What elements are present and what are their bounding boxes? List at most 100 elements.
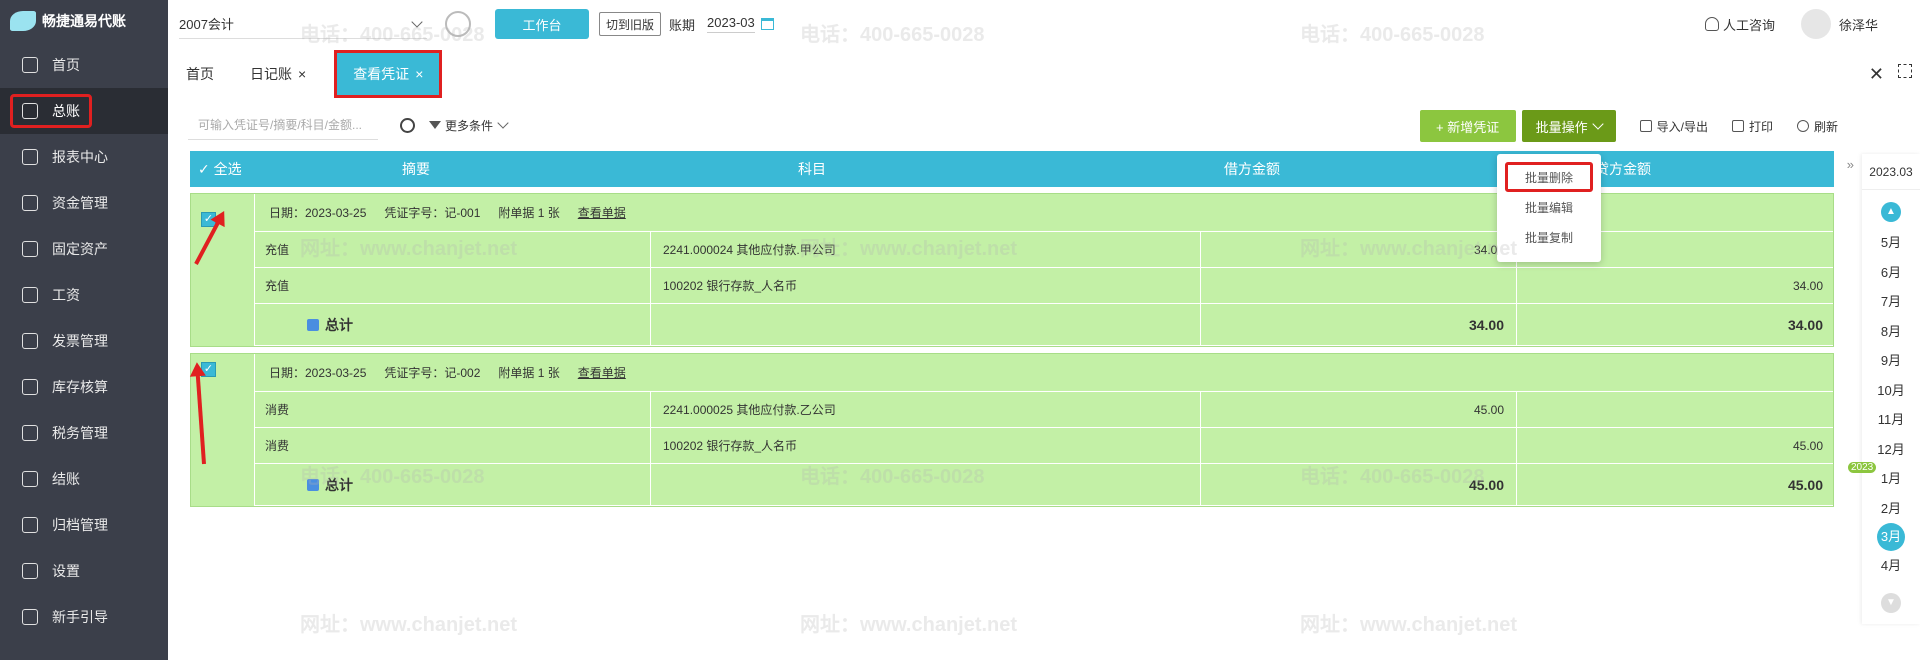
consult-link[interactable]: 人工咨询 [1723, 15, 1775, 34]
topbar-right: 人工咨询 徐泽华 [1704, 0, 1878, 48]
batch-edit-item[interactable]: 批量编辑 [1497, 192, 1601, 222]
close-all-tabs-icon[interactable]: ✕ [1869, 64, 1884, 85]
salary-icon [22, 287, 38, 303]
highlight-box [10, 94, 92, 128]
sidebar-item-label: 新手引导 [52, 609, 108, 625]
entry-summary: 消费 [255, 428, 651, 463]
batch-label: 批量操作 [1535, 119, 1588, 135]
new-voucher-button[interactable]: + 新增凭证 [1419, 110, 1516, 142]
month-item[interactable]: 2月 [1862, 494, 1920, 524]
print-button[interactable]: 打印 [1731, 118, 1773, 135]
select-all-label: 全选 [213, 161, 242, 177]
voucher-card: ✓ 日期：2023-03-25 凭证字号：记-002 附单据 1 张 查看单据 … [190, 353, 1834, 507]
year-badge: 2023 [1848, 462, 1877, 473]
sidebar-item-label: 固定资产 [52, 241, 108, 257]
sidebar-item-inventory[interactable]: 库存核算 [0, 364, 168, 410]
voucher-entry-row[interactable]: 充值 100202 银行存款_人名币 34.00 [255, 268, 1833, 304]
sidebar-item-assets[interactable]: 固定资产 [0, 226, 168, 272]
entry-summary: 消费 [255, 392, 651, 427]
sidebar-item-label: 结账 [52, 471, 80, 487]
tab-home[interactable]: 首页 [168, 48, 232, 100]
close-icon[interactable]: × [298, 66, 306, 82]
chevron-down-icon [1591, 118, 1604, 130]
tab-bar: 首页 日记账 × 查看凭证 × [168, 48, 1920, 100]
chevron-down-icon[interactable]: ▼ [1881, 592, 1901, 613]
voucher-entry-row[interactable]: 消费 2241.000025 其他应付款.乙公司 45.00 [255, 392, 1833, 428]
more-filters-button[interactable]: 更多条件 [429, 117, 509, 134]
calculator-icon [307, 318, 319, 331]
sidebar-item-closing[interactable]: 结账 [0, 456, 168, 502]
refresh-button[interactable]: 刷新 [1796, 118, 1838, 135]
voucher-total-row: 总计 34.00 34.00 [255, 304, 1833, 346]
avatar[interactable] [1800, 9, 1831, 39]
month-item[interactable]: 10月 [1862, 376, 1920, 406]
search-input[interactable]: 可输入凭证号/摘要/科目/金额... [188, 110, 378, 140]
month-item[interactable]: 5月 [1862, 228, 1920, 258]
user-name[interactable]: 徐泽华 [1839, 15, 1878, 34]
month-item[interactable]: 12月 [1862, 435, 1920, 465]
sidebar-item-invoice[interactable]: 发票管理 [0, 318, 168, 364]
batch-operation-button[interactable]: 批量操作 [1521, 110, 1616, 142]
import-export-button[interactable]: 导入/导出 [1639, 118, 1708, 135]
total-label-cell: 总计 [255, 464, 651, 505]
month-item[interactable]: 11月 [1862, 405, 1920, 435]
sidebar-item-settings[interactable]: 设置 [0, 548, 168, 594]
batch-delete-item[interactable]: 批量删除 [1505, 162, 1593, 192]
month-item[interactable]: 8月 [1862, 317, 1920, 347]
more-filters-label: 更多条件 [445, 118, 494, 133]
logo-icon [10, 11, 36, 31]
workbench-button[interactable]: 工作台 [495, 9, 589, 39]
sidebar-item-funds[interactable]: 资金管理 [0, 180, 168, 226]
tab-label: 首页 [186, 66, 214, 82]
total-credit: 34.00 [1787, 316, 1823, 333]
voucher-number: 凭证字号：记-001 [384, 206, 481, 220]
month-item[interactable]: 7月 [1862, 287, 1920, 317]
sidebar-item-label: 设置 [52, 563, 80, 579]
watermark-site: 网址：www.chanjet.net [1300, 614, 1518, 636]
print-label: 打印 [1748, 119, 1773, 134]
batch-copy-item[interactable]: 批量复制 [1497, 222, 1601, 252]
close-icon[interactable]: × [415, 66, 423, 82]
period-value[interactable]: 2023-03 [707, 15, 755, 33]
month-item[interactable]: 9月 [1862, 346, 1920, 376]
account-switch-icon[interactable] [445, 11, 471, 37]
sidebar-item-label: 发票管理 [52, 333, 108, 349]
sidebar-item-archive[interactable]: 归档管理 [0, 502, 168, 548]
tab-journal[interactable]: 日记账 × [232, 48, 324, 100]
sidebar-item-label: 税务管理 [52, 425, 108, 441]
sidebar-item-guide[interactable]: 新手引导 [0, 594, 168, 640]
header-summary: 摘要 [402, 161, 430, 177]
sidebar-item-label: 归档管理 [52, 517, 108, 533]
voucher-date: 日期：2023-03-25 [269, 206, 367, 220]
select-all-checkbox[interactable]: ✓ 全选 [190, 159, 300, 179]
sidebar-item-reports[interactable]: 报表中心 [0, 134, 168, 180]
headset-icon [1704, 17, 1719, 31]
sidebar-item-tax[interactable]: 税务管理 [0, 410, 168, 456]
account-name: 2007会计 [179, 17, 234, 32]
account-select[interactable]: 2007会计 [179, 9, 427, 39]
sidebar: 畅捷通易代账 首页 总账 报表中心 资金管理 固定资产 工资 发票管理 库存核算… [0, 0, 168, 660]
chevron-down-icon [497, 117, 509, 129]
view-documents-link[interactable]: 查看单据 [578, 204, 626, 221]
chevron-up-icon[interactable]: ▲ [1881, 202, 1901, 222]
search-icon[interactable] [400, 117, 415, 133]
voucher-entry-row[interactable]: 消费 100202 银行存款_人名币 45.00 [255, 428, 1833, 464]
sidebar-item-ledger[interactable]: 总账 [0, 88, 168, 134]
fullscreen-icon[interactable] [1898, 64, 1912, 78]
view-documents-link[interactable]: 查看单据 [578, 364, 626, 381]
collapse-panel-icon[interactable]: » [1847, 157, 1854, 172]
import-icon [1639, 120, 1652, 132]
switch-old-version-button[interactable]: 切到旧版 [599, 12, 662, 36]
month-item[interactable]: 6月 [1862, 258, 1920, 288]
calendar-icon[interactable] [760, 18, 774, 30]
money-icon [22, 195, 38, 211]
sidebar-item-home[interactable]: 首页 [0, 42, 168, 88]
current-period-label: 2023.03 [1862, 154, 1920, 190]
app-name: 畅捷通易代账 [42, 13, 126, 29]
month-item-current[interactable]: 3月 [1877, 523, 1905, 551]
guide-icon [22, 609, 38, 625]
tab-view-voucher[interactable]: 查看凭证 × [334, 50, 443, 98]
sidebar-item-salary[interactable]: 工资 [0, 272, 168, 318]
month-item[interactable]: 4月 [1862, 551, 1920, 581]
period-label: 账期 [669, 17, 696, 33]
